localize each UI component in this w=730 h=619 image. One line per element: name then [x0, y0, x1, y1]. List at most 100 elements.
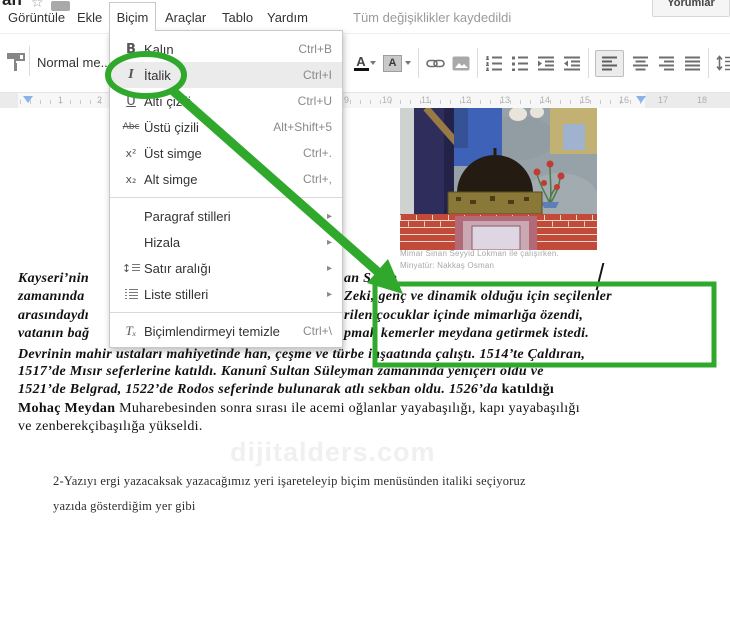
menu-item-italik[interactable]: I İtalik Ctrl+I — [110, 62, 342, 88]
numbered-list-icon — [486, 55, 502, 71]
ruler-number: 17 — [658, 95, 669, 105]
link-icon — [425, 59, 445, 68]
text-fragment: 1517’de Mısır seferlerine katıldı. Kanun… — [18, 364, 544, 379]
clear-formatting-icon: Tₓ — [125, 323, 137, 338]
menu-item-bicimlendirmeyi-temizle[interactable]: Tₓ Biçimlendirmeyi temizle Ctrl+\ — [110, 318, 342, 344]
ruler-number: 9 — [344, 95, 350, 105]
indent-marker-right[interactable] — [636, 96, 646, 103]
ruler-number: 13 — [500, 95, 511, 105]
instruction-line[interactable]: 2-Yazıyı ergi yazacaksak yazacağımız yer… — [53, 474, 526, 489]
instruction-line[interactable]: yazıda gösterdiğim yer gibi — [53, 499, 196, 514]
menubar-item-bicim-open[interactable]: Biçim — [109, 2, 156, 31]
indent-marker-left[interactable] — [23, 96, 33, 103]
ruler-number: 12 — [461, 95, 472, 105]
menu-item-kalin[interactable]: B Kalın Ctrl+B — [110, 36, 342, 62]
toolbar-separator — [477, 48, 478, 78]
comments-button[interactable]: Yorumlar — [652, 0, 730, 17]
underline-icon: U — [126, 93, 136, 109]
justify-button[interactable] — [682, 48, 702, 78]
menubar-item-goruntule[interactable]: Görüntüle — [8, 10, 65, 25]
paragraph-style-selector[interactable]: Normal me... — [37, 55, 111, 70]
miniature-image[interactable] — [400, 108, 597, 250]
menubar-item-ekle[interactable]: Ekle — [77, 10, 102, 25]
align-center-button[interactable] — [630, 48, 650, 78]
menu-separator — [110, 312, 342, 313]
menu-item-satir-araligi[interactable]: ↕ Satır aralığı ▸ — [110, 255, 342, 281]
paragraph-line[interactable]: 1521’de Belgrad, 1522’de Rodos seferinde… — [18, 382, 718, 400]
format-menu: B Kalın Ctrl+B I İtalik Ctrl+I U Altı çi… — [109, 30, 343, 348]
ruler-number: 18 — [697, 95, 708, 105]
menu-item-hizala[interactable]: Hizala ▸ — [110, 229, 342, 255]
text-fragment: arasındaydı — [18, 308, 89, 323]
toolbar-separator — [418, 48, 419, 78]
toolbar-separator — [29, 46, 30, 76]
menu-item-ust-simge[interactable]: x² Üst simge Ctrl+. — [110, 140, 342, 166]
text-fragment: katıldığı — [501, 382, 555, 397]
document-title-fragment[interactable]: an — [2, 0, 22, 10]
highlight-color-button[interactable]: A — [382, 48, 412, 78]
submenu-arrow-icon: ▸ — [326, 288, 332, 300]
text-color-button[interactable]: A — [346, 48, 376, 78]
menu-item-shortcut: Alt+Shift+5 — [273, 120, 332, 134]
text-fragment: Devrinin mahir ustaları mahiyetinde han,… — [18, 347, 586, 362]
list-styles-icon — [118, 289, 144, 299]
increase-indent-button[interactable] — [562, 48, 582, 78]
indent-icon — [564, 56, 580, 70]
menubar-item-yardim[interactable]: Yardım — [267, 10, 308, 25]
menu-item-liste-stilleri[interactable]: Liste stilleri ▸ — [110, 281, 342, 307]
highlight-color-icon: A — [383, 54, 402, 72]
numbered-list-button[interactable] — [484, 48, 504, 78]
text-fragment: Kayseri’nin — [18, 271, 89, 286]
justify-icon — [684, 56, 700, 70]
menu-item-label: Satır aralığı — [144, 260, 212, 276]
align-right-button[interactable] — [656, 48, 676, 78]
align-left-button-selected[interactable] — [595, 49, 624, 77]
text-fragment: 1521’de Belgrad, 1522’de Rodos seferinde… — [18, 382, 502, 397]
menu-item-alt-simge[interactable]: x₂ Alt simge Ctrl+, — [110, 166, 342, 192]
line-spacing-button[interactable] — [715, 48, 730, 78]
menu-item-paragraf-stilleri[interactable]: Paragraf stilleri ▸ — [110, 203, 342, 229]
toolbar-separator — [588, 48, 589, 78]
text-fragment: an Selim — [344, 271, 398, 286]
menu-separator — [110, 197, 342, 198]
insert-link-button[interactable] — [425, 48, 445, 78]
paragraph-line[interactable]: Mohaç Meydan Muharebesinden sonra sırası… — [18, 401, 718, 419]
paragraph-line[interactable]: Devrinin mahir ustaları mahiyetinde han,… — [18, 347, 718, 365]
menu-item-shortcut: Ctrl+, — [302, 172, 332, 186]
line-spacing-icon: ↕ — [118, 262, 144, 275]
bulleted-list-button[interactable] — [510, 48, 530, 78]
italic-icon: I — [128, 67, 134, 82]
text-fragment: pmak kemerler meydana getirmek istedi. — [344, 326, 590, 341]
menubar-item-tablo[interactable]: Tablo — [222, 10, 253, 25]
text-fragment: ve zenberekçibaşılığa yükseldi. — [18, 419, 203, 434]
menu-item-label: Kalın — [144, 41, 174, 57]
image-caption-line1: Mimar Sinan Seyyid Lokman ile çalışırken… — [400, 249, 559, 258]
paragraph-line[interactable]: 1517’de Mısır seferlerine katıldı. Kanun… — [18, 364, 718, 382]
menu-item-shortcut: Ctrl+U — [297, 94, 332, 108]
decrease-indent-button[interactable] — [536, 48, 556, 78]
ruler-number: 16 — [619, 95, 630, 105]
menu-item-ustu-cizili[interactable]: Abc Üstü çizili Alt+Shift+5 — [110, 114, 342, 140]
image-icon — [452, 56, 470, 70]
chevron-down-icon — [370, 61, 376, 65]
outdent-icon — [538, 56, 554, 70]
subscript-icon: x₂ — [125, 172, 137, 186]
menu-item-label: Liste stilleri — [144, 286, 209, 302]
menu-item-shortcut: Ctrl+\ — [302, 324, 332, 338]
text-fragment: rilen çocuklar içinde mimarlığa özendi, — [344, 308, 584, 323]
text-color-swatch — [353, 67, 369, 71]
text-color-icon: A — [356, 53, 366, 69]
text-fragment: Muharebesinden sonra sırası ile acemi oğ… — [119, 401, 580, 416]
menu-item-label: Üstü çizili — [144, 119, 199, 135]
paint-format-icon[interactable] — [6, 51, 26, 73]
save-status: Tüm değişiklikler kaydedildi — [353, 10, 512, 25]
menu-item-shortcut: Ctrl+I — [302, 68, 332, 82]
chevron-down-icon — [405, 61, 411, 65]
menu-item-label: İtalik — [144, 67, 171, 83]
insert-image-button[interactable] — [451, 48, 471, 78]
menubar-item-araclar[interactable]: Araçlar — [165, 10, 206, 25]
submenu-arrow-icon: ▸ — [326, 210, 332, 222]
menu-item-label: Paragraf stilleri — [144, 208, 231, 224]
menu-item-alti-cizili[interactable]: U Altı çizili Ctrl+U — [110, 88, 342, 114]
paragraph-line[interactable]: ve zenberekçibaşılığa yükseldi. — [18, 419, 718, 437]
